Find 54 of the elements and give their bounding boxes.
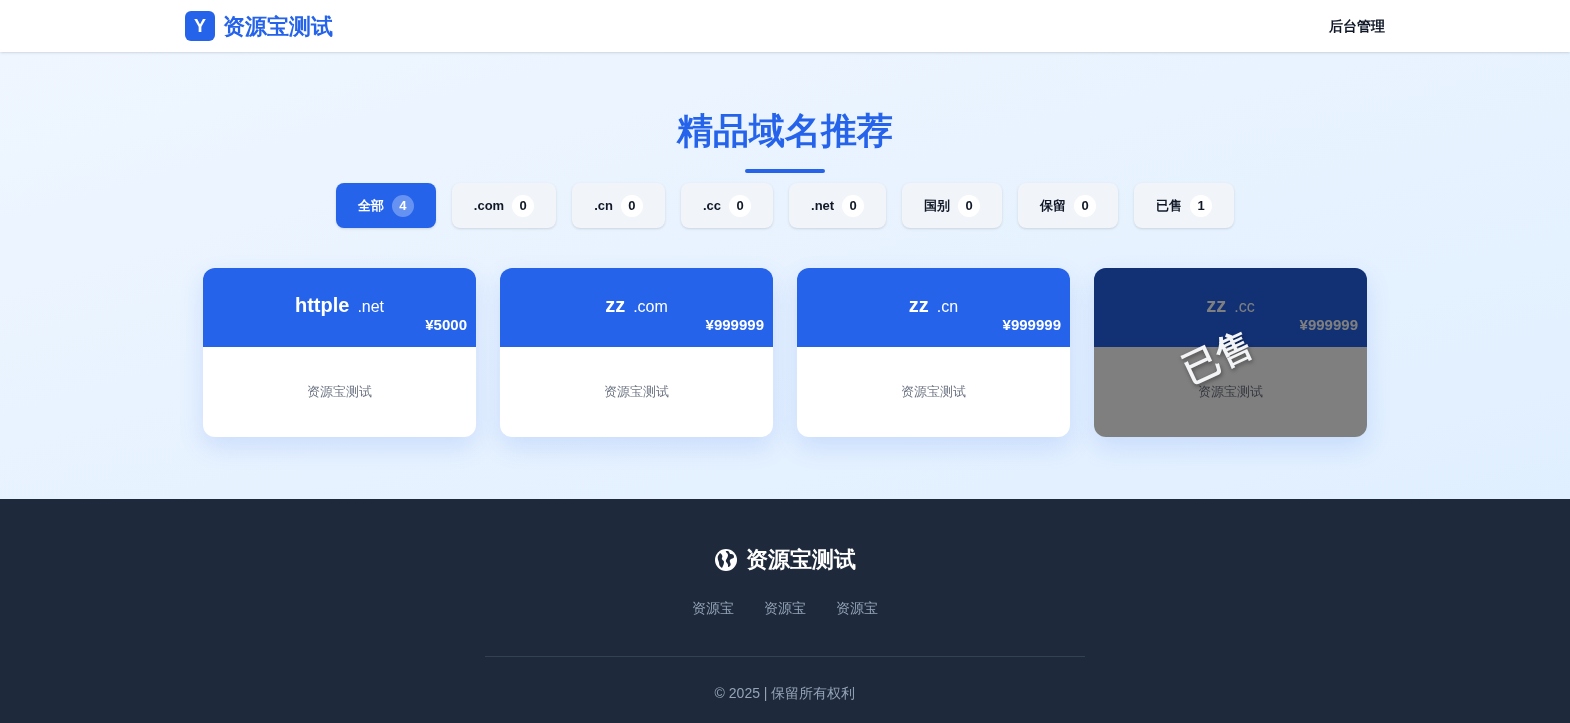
domain-suffix: .net <box>357 296 385 317</box>
filter-label: .net <box>811 196 835 215</box>
count-badge: 4 <box>391 194 414 217</box>
section-title: 精品域名推荐 <box>677 109 893 153</box>
count-badge: 0 <box>958 194 981 217</box>
domain-name: zz <box>908 292 929 318</box>
filter-tab[interactable]: .net 0 <box>789 183 887 228</box>
domain-suffix: .cc <box>1234 296 1255 317</box>
filter-tab[interactable]: 保留 0 <box>1018 183 1119 228</box>
domain-card[interactable]: zz .cc ¥999999 资源宝测试 已售 <box>1094 268 1367 437</box>
count-badge: 0 <box>1074 194 1097 217</box>
card-description: 资源宝测试 <box>307 383 372 402</box>
filter-tab[interactable]: 国别 0 <box>902 183 1003 228</box>
price-label: ¥999999 <box>1002 315 1061 335</box>
domain-suffix: .cn <box>936 296 959 317</box>
copyright-text: © 2025 | 保留所有权利 <box>714 684 856 703</box>
footer-link[interactable]: 资源宝 <box>764 598 806 618</box>
filter-label: 已售 <box>1156 196 1183 215</box>
globe-icon <box>714 547 738 572</box>
domain-suffix: .com <box>633 296 668 317</box>
domain-card[interactable]: httple .net ¥5000 资源宝测试 <box>203 268 476 437</box>
domain-name: httple <box>294 292 350 318</box>
filter-label: 保留 <box>1040 196 1067 215</box>
domain-name: zz <box>1206 292 1227 318</box>
count-badge: 0 <box>729 194 752 217</box>
filter-tab[interactable]: .cc 0 <box>680 183 774 228</box>
count-badge: 0 <box>620 194 643 217</box>
domain-name: zz <box>605 292 626 318</box>
logo-badge: Y <box>185 11 215 41</box>
filter-label: .cn <box>594 196 613 215</box>
site-title: 资源宝测试 <box>223 12 333 41</box>
count-badge: 1 <box>1190 194 1213 217</box>
filter-label: 国别 <box>924 196 951 215</box>
filter-label: .com <box>473 196 505 215</box>
filter-label: .cc <box>702 196 722 215</box>
footer-link[interactable]: 资源宝 <box>836 598 878 618</box>
count-badge: 0 <box>512 194 535 217</box>
footer-title: 资源宝测试 <box>746 546 856 574</box>
filter-tab[interactable]: .com 0 <box>451 183 557 228</box>
footer-link[interactable]: 资源宝 <box>692 598 734 618</box>
domain-card[interactable]: zz .cn ¥999999 资源宝测试 <box>797 268 1070 437</box>
filter-tab[interactable]: 已售 1 <box>1134 183 1235 228</box>
card-description: 资源宝测试 <box>901 383 966 402</box>
price-label: ¥5000 <box>425 315 467 335</box>
price-label: ¥999999 <box>1299 315 1358 335</box>
filter-label: 全部 <box>357 196 384 215</box>
filter-tab[interactable]: 全部 4 <box>335 183 436 228</box>
price-label: ¥999999 <box>705 315 764 335</box>
admin-link[interactable]: 后台管理 <box>1329 16 1385 36</box>
count-badge: 0 <box>842 194 865 217</box>
domain-card[interactable]: zz .com ¥999999 资源宝测试 <box>500 268 773 437</box>
card-description: 资源宝测试 <box>604 383 669 402</box>
filter-tab[interactable]: .cn 0 <box>572 183 665 228</box>
card-description: 资源宝测试 <box>1198 384 1263 402</box>
